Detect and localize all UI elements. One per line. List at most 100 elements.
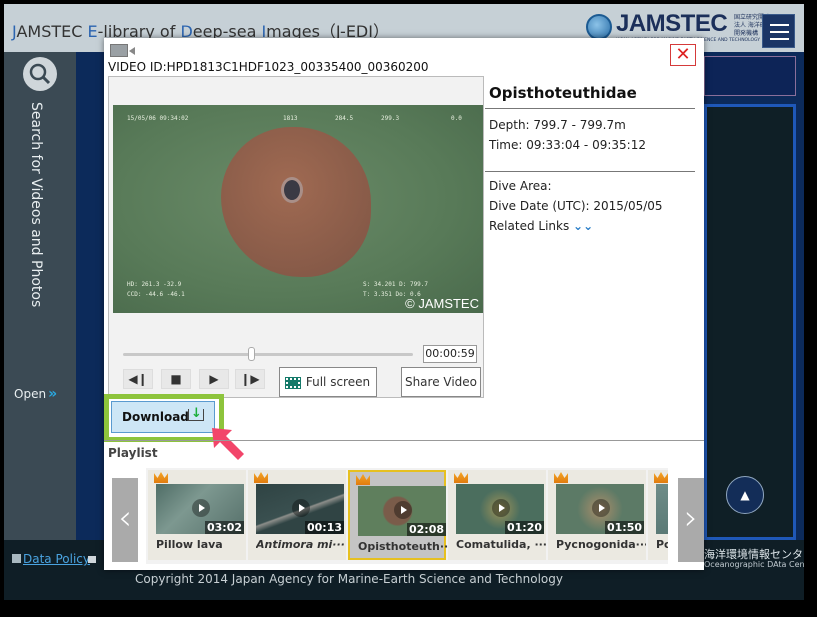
app-window: JAMSTEC E-library of Deep-sea Images（J-E… xyxy=(4,4,804,600)
crown-icon xyxy=(554,472,568,483)
playlist-item[interactable]: 03:02 Pillow lava xyxy=(148,470,246,560)
stop-icon: ■ xyxy=(170,372,182,386)
playlist-title: Antimora mi··· xyxy=(256,538,345,551)
chevron-left-icon: ‹ xyxy=(118,498,132,538)
hamburger-icon-bar xyxy=(770,31,789,33)
data-policy-link[interactable]: Data Policy xyxy=(12,552,90,566)
jamstec-watermark: © JAMSTEC xyxy=(405,296,479,311)
playlist-title: Pillow lava xyxy=(156,538,223,551)
playlist-title: Opisthoteuth··· xyxy=(358,540,448,553)
playlist-next-button[interactable]: › xyxy=(678,478,704,562)
osd-ccd-readout: CCD: -44.6 -46.1 xyxy=(127,291,185,298)
playlist-item[interactable]: 01:20 Comatulida, ··· xyxy=(448,470,546,560)
osd-dive-number: 1813 xyxy=(283,115,298,122)
osd-timestamp: 15/05/06 09:34:02 xyxy=(127,115,189,122)
playlist-duration: 00:13 xyxy=(304,521,344,534)
triangle-up-icon: ▲ xyxy=(740,488,750,502)
jamstec-emblem-icon xyxy=(586,14,612,40)
full-screen-button[interactable]: Full screen xyxy=(279,367,377,397)
sidebar-open-link[interactable]: Open» xyxy=(14,386,57,402)
search-sidebar: Search for Videos and Photos Open» xyxy=(4,52,76,540)
play-icon xyxy=(592,499,610,517)
scroll-to-top-button[interactable]: ▲ xyxy=(726,476,764,514)
hamburger-icon-bar xyxy=(770,38,789,40)
playlist-item[interactable]: 00:13 Antimora mi··· xyxy=(248,470,346,560)
playlist-label: Playlist xyxy=(108,446,158,460)
step-back-button[interactable]: ◀❙ xyxy=(123,369,153,389)
osd-salinity-depth: S: 34.201 D: 799.7 xyxy=(363,281,429,288)
double-chevron-down-icon: ⌄⌄ xyxy=(573,219,594,233)
playlist-duration: 01:20 xyxy=(504,521,544,534)
current-time: 00:00:59 xyxy=(423,345,477,363)
jodc-name-en[interactable]: Oceanographic DAta Center xyxy=(704,560,804,569)
search-sidebar-label[interactable]: Search for Videos and Photos xyxy=(28,102,44,307)
play-icon xyxy=(394,501,412,519)
hamburger-menu-button[interactable] xyxy=(762,14,795,48)
crown-icon xyxy=(154,472,168,483)
playlist-duration: 01:50 xyxy=(604,521,644,534)
crown-icon xyxy=(454,472,468,483)
depth-info: Depth: 799.7 - 799.7m xyxy=(489,118,626,132)
step-forward-button[interactable]: ❙▶ xyxy=(235,369,265,389)
results-panel xyxy=(704,104,796,540)
play-icon: ▶ xyxy=(209,372,219,386)
copyright-text: Copyright 2014 Japan Agency for Marine-E… xyxy=(135,572,563,586)
playlist-thumbnail: 02:08 xyxy=(358,486,446,536)
playlist-title: Comatulida, ··· xyxy=(456,538,546,551)
double-chevron-right-icon: » xyxy=(48,386,58,402)
dive-area-info: Dive Area: xyxy=(489,179,552,193)
play-icon xyxy=(492,499,510,517)
playlist-thumbnail: 00:13 xyxy=(256,484,344,534)
video-frame[interactable]: 15/05/06 09:34:02 1813 284.5 299.3 0.0 H… xyxy=(113,105,483,313)
species-title: Opisthoteuthidae xyxy=(485,78,695,109)
square-bullet-icon xyxy=(12,554,21,563)
play-icon xyxy=(192,499,210,517)
close-icon: ✕ xyxy=(675,44,691,65)
external-window-icon xyxy=(88,556,96,563)
crown-icon xyxy=(654,472,668,483)
step-back-icon: ◀❙ xyxy=(128,372,148,386)
share-video-button[interactable]: Share Video xyxy=(401,367,481,397)
video-player: 15/05/06 09:34:02 1813 284.5 299.3 0.0 H… xyxy=(108,76,484,398)
playlist-strip: 03:02 Pillow lava 00:13 Antimora mi··· 02:08… xyxy=(146,468,668,564)
fullscreen-icon xyxy=(284,376,301,389)
osd-value-3: 0.0 xyxy=(451,115,462,122)
video-detail-modal: VIDEO ID:HPD1813C1HDF1023_00335400_00360… xyxy=(104,38,704,570)
playlist-prev-button[interactable]: ‹ xyxy=(112,478,138,562)
playlist-divider xyxy=(104,440,704,441)
search-icon[interactable] xyxy=(23,57,57,91)
play-icon xyxy=(292,499,310,517)
crown-icon xyxy=(254,472,268,483)
chevron-right-icon: › xyxy=(684,498,698,538)
seek-handle[interactable] xyxy=(247,347,255,361)
playlist-title: Po xyxy=(656,538,668,551)
playlist-thumbnail xyxy=(656,484,668,534)
hamburger-icon xyxy=(770,24,789,26)
download-icon xyxy=(188,399,204,429)
seek-bar[interactable] xyxy=(123,353,413,356)
video-camera-icon xyxy=(110,44,135,57)
playlist-item[interactable]: 01:50 Pycnogonida··· xyxy=(548,470,646,560)
related-links-toggle[interactable]: Related Links ⌄⌄ xyxy=(485,216,695,236)
pointer-arrow-icon xyxy=(212,428,244,460)
osd-value-1: 284.5 xyxy=(335,115,354,122)
time-info: Time: 09:33:04 - 09:35:12 xyxy=(489,138,646,152)
download-button[interactable]: Download xyxy=(111,399,215,433)
video-id: VIDEO ID:HPD1813C1HDF1023_00335400_00360… xyxy=(108,60,429,74)
playlist-thumbnail: 01:20 xyxy=(456,484,544,534)
info-divider xyxy=(485,171,695,172)
playlist-title: Pycnogonida··· xyxy=(556,538,646,551)
dive-date-info: Dive Date (UTC): 2015/05/05 xyxy=(489,199,663,213)
octopus-eye xyxy=(281,177,303,203)
playlist-duration: 02:08 xyxy=(406,523,446,536)
playlist-item[interactable]: 02:08 Opisthoteuth··· xyxy=(348,470,448,560)
close-button[interactable]: ✕ xyxy=(670,44,696,66)
results-header-box xyxy=(704,56,796,96)
osd-hd-readout: HD: 261.3 -32.9 xyxy=(127,281,182,288)
play-button[interactable]: ▶ xyxy=(199,369,229,389)
crown-icon xyxy=(356,474,370,485)
playlist-duration: 03:02 xyxy=(204,521,244,534)
stop-button[interactable]: ■ xyxy=(161,369,191,389)
video-subject-octopus xyxy=(221,127,371,277)
playlist-item[interactable]: Po xyxy=(648,470,668,560)
